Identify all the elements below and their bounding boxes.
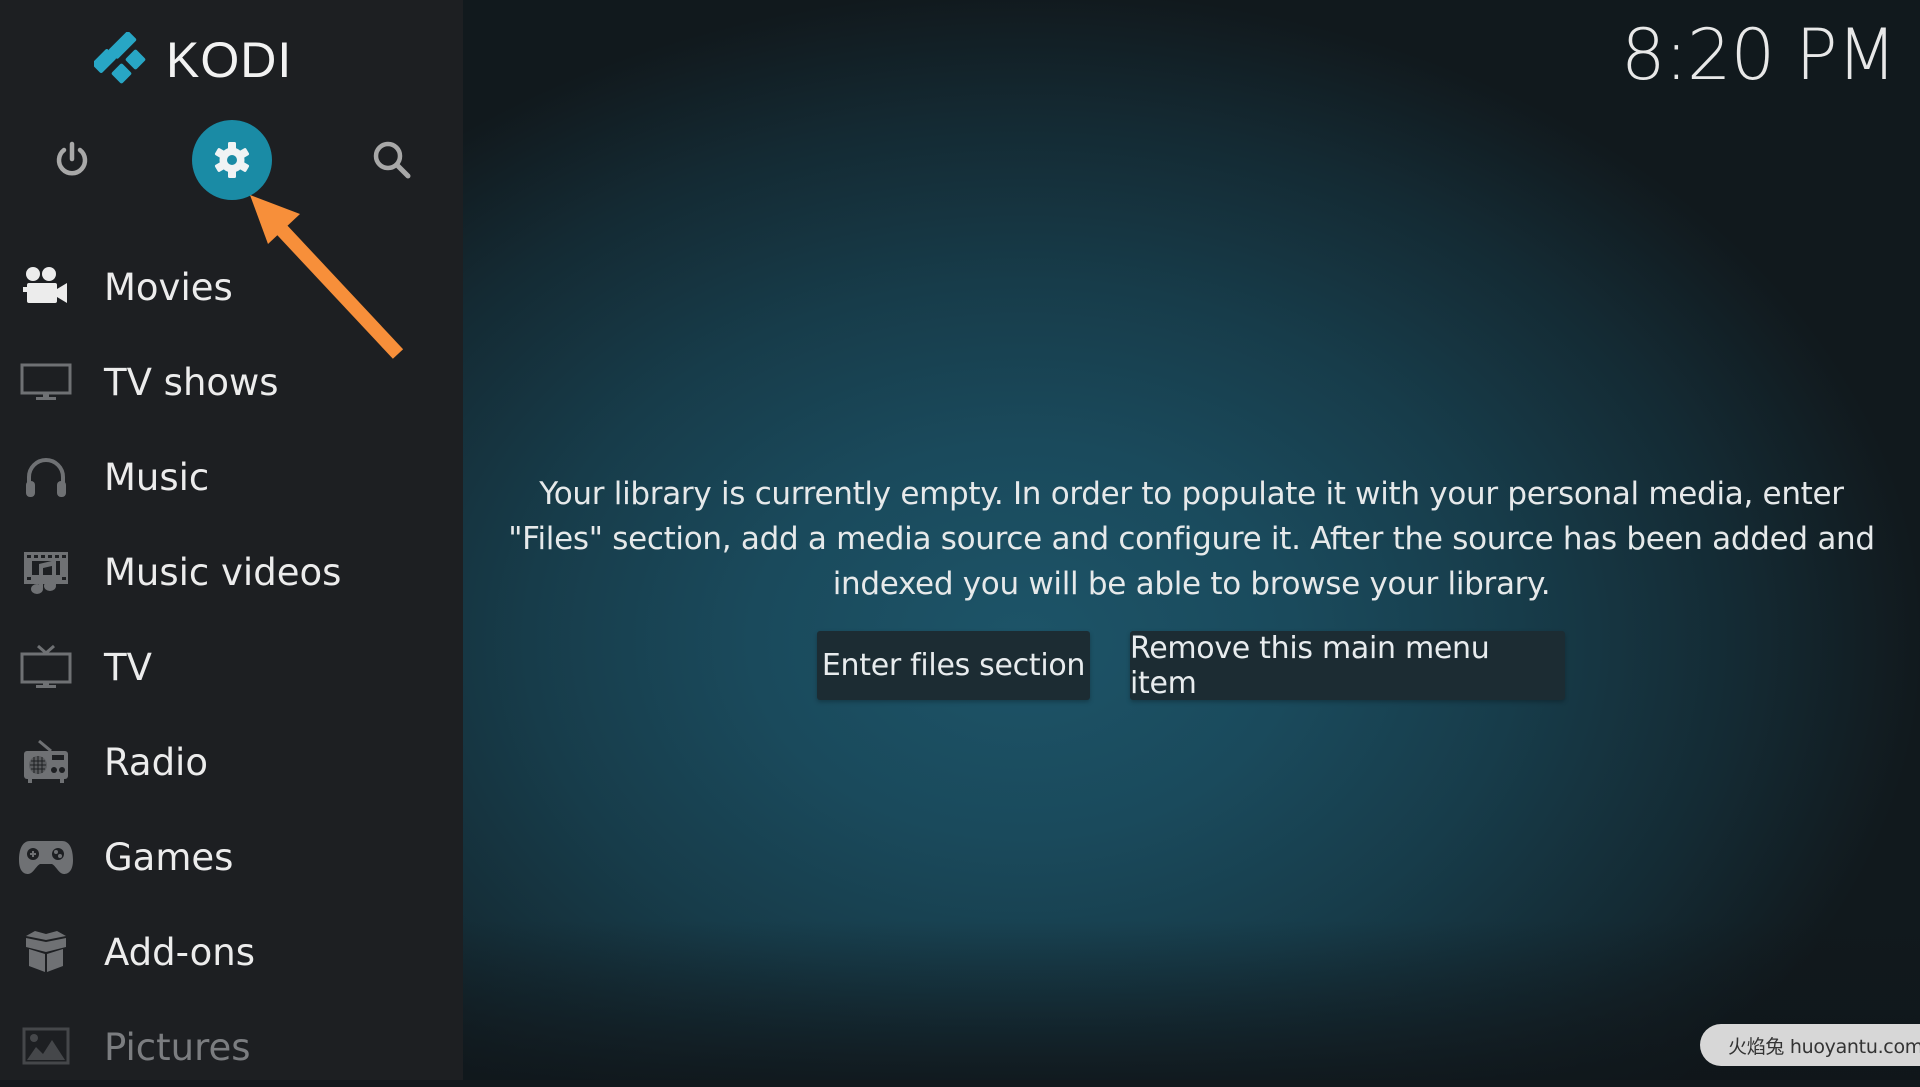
remove-menu-item-button[interactable]: Remove this main menu item: [1130, 631, 1565, 701]
empty-library-message: Your library is currently empty. In orde…: [500, 472, 1883, 607]
sidebar-item-pictures[interactable]: Pictures: [0, 1007, 463, 1087]
headphones-icon: [16, 447, 76, 507]
sidebar-item-label: Music: [104, 455, 210, 499]
kodi-wordmark: KODI: [166, 32, 293, 88]
gear-icon: [214, 142, 250, 178]
power-icon: [56, 141, 88, 176]
sidebar-item-label: Music videos: [104, 550, 342, 594]
picture-icon: [16, 1017, 76, 1077]
sidebar-item-label: Radio: [104, 740, 208, 784]
sidebar-item-music[interactable]: Music: [0, 437, 463, 517]
message-line: indexed you will be able to browse your …: [832, 566, 1551, 602]
kodi-logo: KODI: [94, 32, 292, 88]
gamepad-icon: [16, 827, 76, 887]
search-button[interactable]: [352, 120, 432, 200]
sidebar-item-music-videos[interactable]: Music videos: [0, 532, 463, 612]
sidebar-item-label: TV: [104, 645, 152, 689]
tv-antenna-icon: [16, 637, 76, 697]
kodi-logo-icon: [94, 32, 146, 84]
power-button[interactable]: [32, 120, 112, 200]
settings-button[interactable]: [192, 120, 272, 200]
sidebar-item-tv-shows[interactable]: TV shows: [0, 342, 463, 422]
radio-icon: [16, 732, 76, 792]
sidebar-item-tv[interactable]: TV: [0, 627, 463, 707]
sidebar-item-label: Pictures: [104, 1025, 251, 1069]
movie-camera-icon: [16, 257, 76, 317]
enter-files-section-button[interactable]: Enter files section: [817, 631, 1090, 700]
clock: 8:20 PM: [1620, 14, 1897, 96]
sidebar-item-games[interactable]: Games: [0, 817, 463, 897]
sidebar-item-radio[interactable]: Radio: [0, 722, 463, 802]
sidebar-item-label: Add-ons: [104, 930, 256, 974]
sidebar: KODI Movies TV shows Music Music videos …: [0, 0, 463, 1080]
sidebar-item-add-ons[interactable]: Add-ons: [0, 912, 463, 992]
search-icon: [373, 141, 411, 179]
sidebar-item-label: TV shows: [104, 360, 279, 404]
sidebar-item-movies[interactable]: Movies: [0, 247, 463, 327]
sidebar-item-label: Games: [104, 835, 234, 879]
message-line: "Files" section, add a media source and …: [508, 521, 1875, 557]
message-line: Your library is currently empty. In orde…: [539, 476, 1844, 512]
box-icon: [16, 922, 76, 982]
music-video-icon: [16, 542, 76, 602]
watermark: 火焰兔 huoyantu.com: [1700, 1024, 1920, 1066]
monitor-icon: [16, 352, 76, 412]
sidebar-item-label: Movies: [104, 265, 233, 309]
